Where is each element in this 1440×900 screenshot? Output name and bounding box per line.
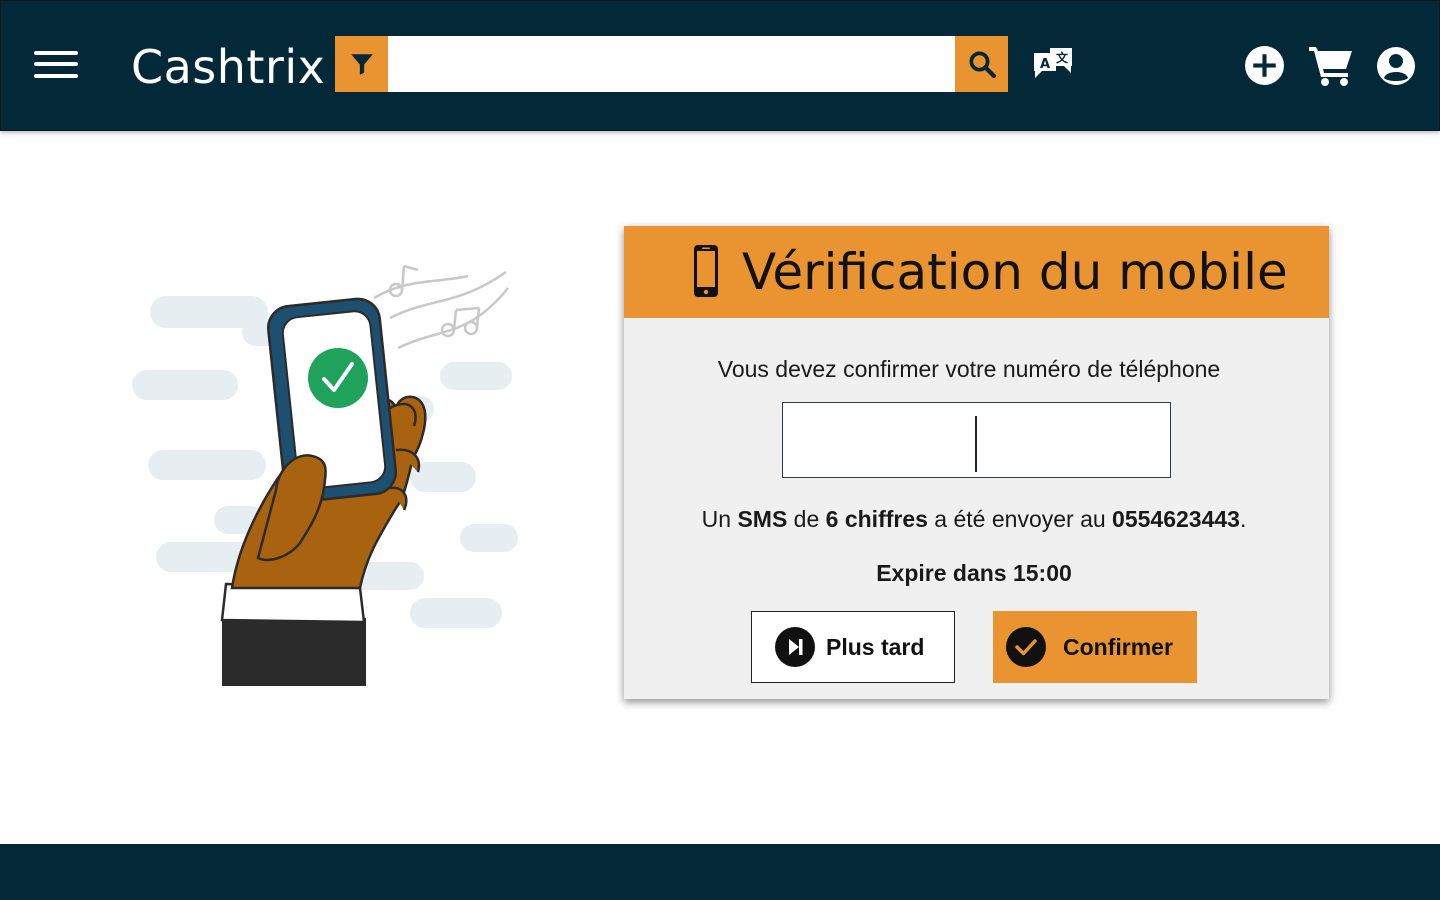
- search-input[interactable]: [388, 36, 955, 92]
- check-circle-icon: [1006, 627, 1046, 667]
- later-button[interactable]: Plus tard: [751, 611, 955, 683]
- footer-bar: [0, 844, 1440, 900]
- cart-button[interactable]: [1308, 43, 1354, 87]
- svg-text:A: A: [1040, 57, 1050, 72]
- later-button-label: Plus tard: [826, 633, 925, 660]
- add-button[interactable]: [1244, 45, 1285, 86]
- skip-forward-icon: [775, 627, 815, 667]
- text-caret: [975, 416, 977, 472]
- translate-button[interactable]: A 文: [1030, 45, 1076, 85]
- mobile-verification-card: Vérification du mobile Vous devez confir…: [624, 226, 1329, 699]
- sms-word: SMS: [737, 506, 788, 532]
- card-title: Vérification du mobile: [742, 243, 1288, 301]
- magnifier-icon: [969, 51, 996, 79]
- mobile-phone-icon: [694, 245, 718, 297]
- instruction-text: Vous devez confirmer votre numéro de tél…: [717, 356, 1221, 382]
- svg-text:文: 文: [1056, 50, 1069, 65]
- sms-info-text: Un SMS de 6 chiffres a été envoyer au 05…: [701, 506, 1247, 532]
- sleeve: [222, 618, 366, 686]
- account-button[interactable]: [1376, 46, 1416, 86]
- confirm-button-label: Confirmer: [1063, 633, 1173, 660]
- confirm-button[interactable]: Confirmer: [993, 611, 1197, 683]
- phone-number: 0554623443: [1112, 506, 1240, 532]
- hamburger-menu-icon[interactable]: [34, 49, 78, 81]
- user-circle-icon: [1377, 47, 1415, 85]
- translate-icon: A 文: [1034, 48, 1072, 78]
- shopping-cart-icon: [1309, 47, 1352, 86]
- filter-funnel-icon: [350, 54, 373, 75]
- search-button[interactable]: [955, 36, 1008, 92]
- music-notes-icon: [373, 264, 509, 350]
- top-navigation-bar: Cashtrix A 文: [0, 0, 1440, 131]
- app-logo[interactable]: Cashtrix: [131, 39, 325, 95]
- digit-count: 6 chiffres: [825, 506, 928, 532]
- expiry-countdown: Expire dans 15:00: [876, 560, 1072, 586]
- card-header: Vérification du mobile: [624, 226, 1329, 318]
- plus-circle-icon: [1245, 46, 1284, 85]
- checkmark-badge-icon: [308, 348, 368, 408]
- phone-verified-illustration: [132, 264, 518, 686]
- filter-button[interactable]: [335, 36, 388, 92]
